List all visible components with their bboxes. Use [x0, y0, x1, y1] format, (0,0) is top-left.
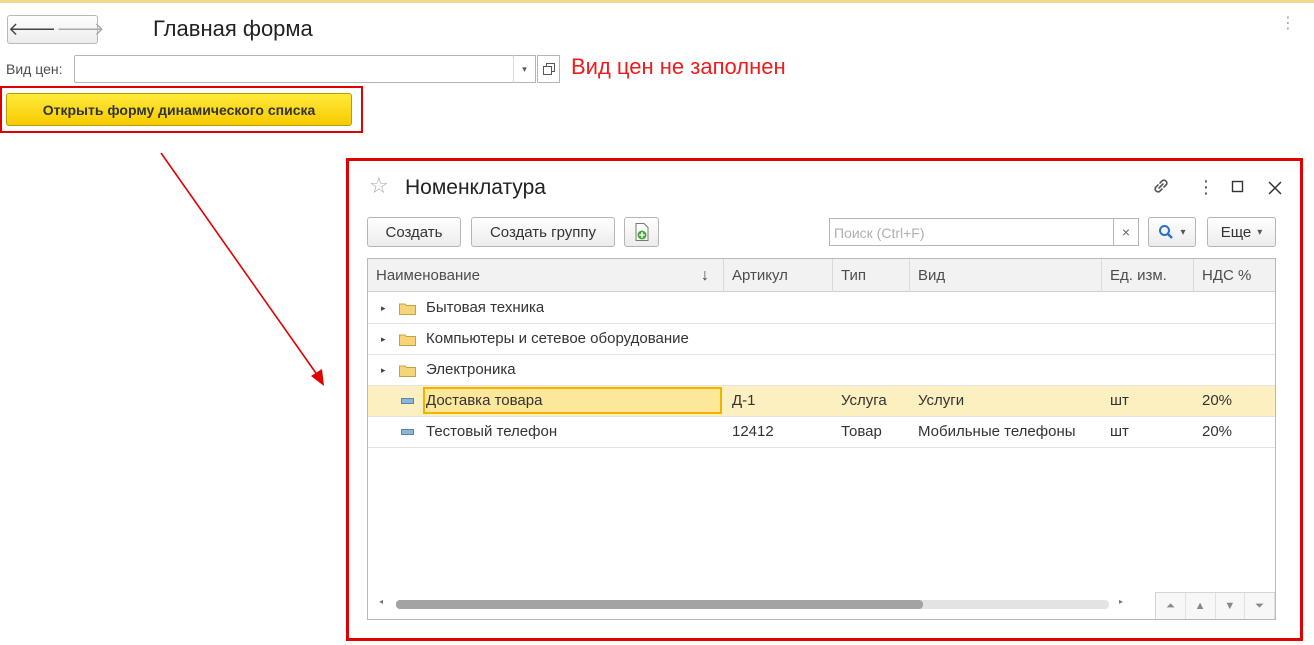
link-icon[interactable] — [1151, 176, 1171, 199]
chevron-down-icon: ▾ — [1180, 226, 1186, 238]
scroll-left-icon[interactable]: ◂ — [379, 597, 383, 606]
table-row-group[interactable]: ▸ Компьютеры и сетевое оборудование — [368, 324, 1275, 355]
item-article: 12412 — [732, 423, 774, 440]
add-document-icon — [635, 223, 648, 241]
column-header-name[interactable]: Наименование ↓ — [368, 259, 724, 292]
arrow-last-icon: ⏷ — [1255, 599, 1265, 612]
table-header: Наименование ↓ Артикул Тип Вид Ед. изм. … — [368, 259, 1275, 292]
go-last-button[interactable]: ⏷ — [1245, 593, 1275, 619]
column-header-unit[interactable]: Ед. изм. — [1102, 259, 1194, 292]
column-header-kind[interactable]: Вид — [910, 259, 1102, 292]
group-name: Бытовая техника — [426, 299, 545, 316]
list-window-title: Номенклатура — [405, 176, 546, 199]
table-row-item-selected[interactable]: Доставка товара Д-1 Услуга Услуги шт 20% — [368, 386, 1275, 417]
item-kind: Услуги — [918, 392, 965, 409]
item-type: Товар — [841, 423, 882, 440]
column-header-type[interactable]: Тип — [833, 259, 910, 292]
group-name: Электроника — [426, 361, 516, 378]
create-group-button[interactable]: Создать группу — [471, 217, 615, 247]
go-prev-button[interactable]: ▲ — [1185, 593, 1216, 619]
nomenclature-table[interactable]: Наименование ↓ Артикул Тип Вид Ед. изм. … — [367, 258, 1276, 620]
arrow-first-icon: ⏶ — [1165, 599, 1175, 612]
search-icon — [1159, 225, 1174, 239]
arrow-up-icon: ▲ — [1194, 600, 1206, 612]
horizontal-scrollbar[interactable] — [396, 600, 1109, 609]
group-name: Компьютеры и сетевое оборудование — [426, 330, 689, 347]
search-input[interactable]: Поиск (Ctrl+F) — [829, 218, 1114, 246]
arrow-down-icon: ▼ — [1224, 600, 1236, 612]
search-clear-button[interactable]: × — [1113, 218, 1139, 246]
search-options-button[interactable]: ▾ — [1148, 217, 1196, 247]
item-vat: 20% — [1202, 423, 1233, 440]
item-vat: 20% — [1202, 392, 1233, 409]
table-row-group[interactable]: ▸ Бытовая техника — [368, 293, 1275, 324]
item-type: Услуга — [841, 392, 887, 409]
table-row-item[interactable]: Тестовый телефон 12412 Товар Мобильные т… — [368, 417, 1275, 448]
go-next-button[interactable]: ▼ — [1215, 593, 1246, 619]
more-actions-button[interactable]: Еще ▾ — [1207, 217, 1276, 247]
go-first-button[interactable]: ⏶ — [1156, 593, 1186, 619]
column-header-vat[interactable]: НДС % — [1194, 259, 1275, 292]
list-navigation-panel: ⏶ ▲ ▼ ⏷ — [1155, 592, 1275, 619]
column-header-label: Наименование — [376, 267, 480, 284]
favorite-star-icon[interactable]: ☆ — [369, 175, 389, 197]
item-unit: шт — [1110, 423, 1129, 440]
chevron-down-icon: ▾ — [1257, 226, 1263, 238]
sort-descending-icon: ↓ — [701, 267, 709, 284]
column-header-article[interactable]: Артикул — [724, 259, 833, 292]
item-name: Доставка товара — [426, 392, 543, 409]
item-name: Тестовый телефон — [426, 423, 558, 440]
table-row-group[interactable]: ▸ Электроника — [368, 355, 1275, 386]
copy-item-button[interactable] — [624, 217, 659, 247]
create-button[interactable]: Создать — [367, 217, 461, 247]
more-actions-label: Еще — [1220, 223, 1252, 241]
scrollbar-thumb[interactable] — [396, 600, 923, 609]
item-kind: Мобильные телефоны — [918, 423, 1076, 440]
item-article: Д-1 — [732, 392, 756, 409]
maximize-icon[interactable] — [1231, 179, 1245, 197]
item-unit: шт — [1110, 392, 1129, 409]
close-icon[interactable] — [1268, 180, 1282, 198]
window-more-icon[interactable]: ⋮ — [1197, 178, 1215, 196]
close-icon: × — [1121, 224, 1131, 240]
scroll-right-icon[interactable]: ▸ — [1119, 597, 1123, 606]
